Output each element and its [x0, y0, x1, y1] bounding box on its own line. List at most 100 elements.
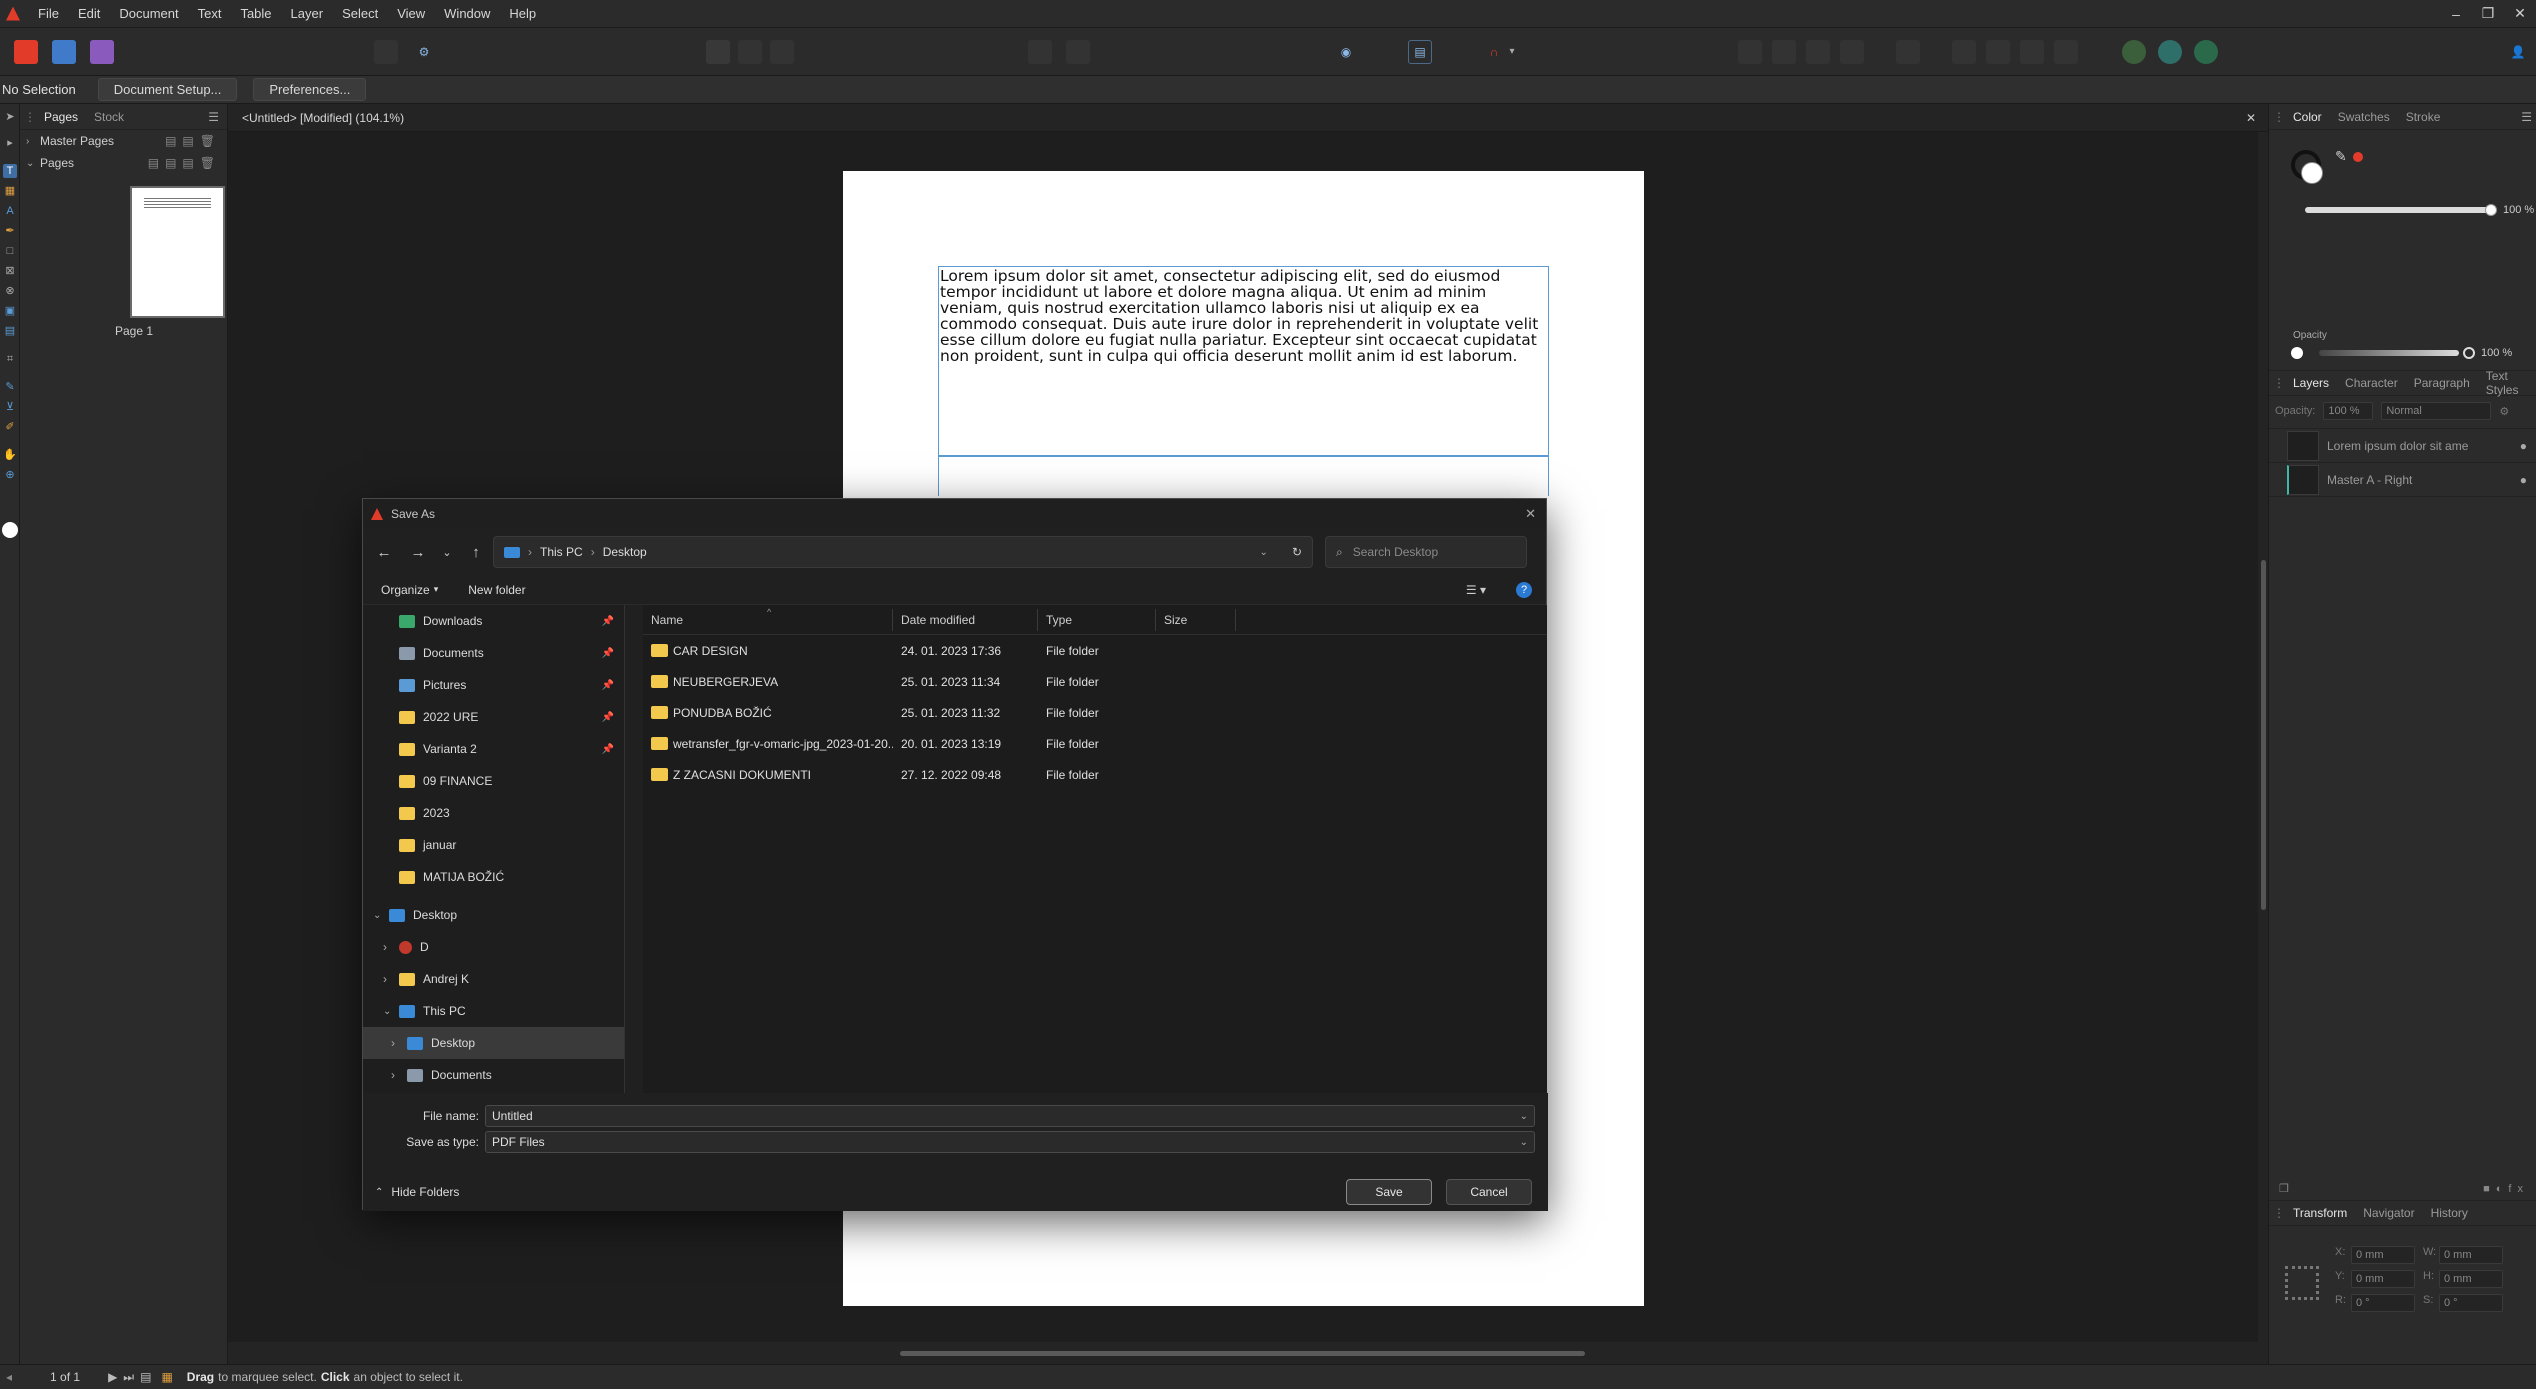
- persona-link-icon[interactable]: [2194, 39, 2218, 64]
- menu-file[interactable]: File: [38, 6, 76, 21]
- align-icon[interactable]: [1738, 39, 1762, 64]
- w-field[interactable]: 0 mm: [2439, 1246, 2503, 1264]
- address-dropdown-icon[interactable]: ⌄: [1260, 547, 1268, 558]
- tint-slider-thumb[interactable]: [2485, 204, 2497, 216]
- file-row[interactable]: PONUDBA BOŽIĆ 25. 01. 2023 11:32 File fold…: [643, 697, 1547, 728]
- spread-icon[interactable]: ▦: [161, 1370, 172, 1384]
- flip-icon[interactable]: [1772, 39, 1796, 64]
- tab-transform[interactable]: Transform: [2285, 1206, 2355, 1220]
- close-window-icon[interactable]: ✕: [2504, 5, 2536, 22]
- snapping-magnet-icon[interactable]: ∩: [1482, 40, 1506, 64]
- pen-tool-icon[interactable]: ✒: [3, 224, 17, 238]
- rectangle-tool-icon[interactable]: □: [3, 244, 17, 258]
- frame-text-tool-icon[interactable]: T: [3, 164, 17, 178]
- cancel-button[interactable]: Cancel: [1446, 1179, 1532, 1205]
- document-setup-button[interactable]: Document Setup...: [97, 78, 238, 101]
- menu-table[interactable]: Table: [240, 6, 288, 21]
- chevron-down-icon[interactable]: ⌄: [373, 910, 389, 921]
- document-tab-title[interactable]: <Untitled> [Modified] (104.1%): [242, 111, 404, 125]
- new-folder-button[interactable]: New folder: [468, 583, 525, 597]
- quick-access-item[interactable]: Downloads 📌: [363, 605, 624, 637]
- restore-icon[interactable]: ❐: [2472, 5, 2504, 22]
- pin-icon[interactable]: 📌: [602, 616, 614, 627]
- crop-tool-icon[interactable]: ⌗: [3, 352, 17, 366]
- quick-access-item[interactable]: Pictures 📌: [363, 669, 624, 701]
- publisher-persona-icon[interactable]: [14, 39, 38, 64]
- designer-persona-icon[interactable]: [52, 39, 76, 64]
- quick-access-item[interactable]: MATIJA BOŽIĆ: [363, 861, 624, 893]
- tab-text-styles[interactable]: Text Styles: [2478, 369, 2536, 397]
- ellipse-frame-icon[interactable]: ⊗: [3, 284, 17, 298]
- tree-item-documents[interactable]: › Documents: [363, 1059, 624, 1091]
- layer-name[interactable]: Master A - Right: [2327, 473, 2412, 487]
- opacity-slider-thumb[interactable]: [2463, 347, 2475, 359]
- menu-edit[interactable]: Edit: [78, 6, 117, 21]
- text-frame-icon[interactable]: ▤: [1408, 39, 1432, 64]
- file-row[interactable]: CAR DESIGN 24. 01. 2023 17:36 File folder: [643, 635, 1547, 666]
- menu-window[interactable]: Window: [444, 6, 507, 21]
- menu-text[interactable]: Text: [198, 6, 239, 21]
- order-icon[interactable]: [1840, 39, 1864, 64]
- preferences-button[interactable]: Preferences...: [253, 78, 367, 101]
- tint-slider[interactable]: [2305, 207, 2491, 213]
- quick-access-item[interactable]: 09 FINANCE: [363, 765, 624, 797]
- column-date-modified[interactable]: Date modified: [893, 608, 1038, 631]
- tree-item-andrej-k[interactable]: › Andrej K: [363, 963, 624, 995]
- close-document-icon[interactable]: ✕: [2246, 111, 2256, 125]
- chevron-up-icon[interactable]: ⌃: [375, 1187, 383, 1198]
- arrange-icon[interactable]: [1066, 39, 1090, 64]
- minimize-icon[interactable]: –: [2440, 6, 2472, 22]
- tab-history[interactable]: History: [2423, 1206, 2476, 1220]
- tree-item-d[interactable]: › D: [363, 931, 624, 963]
- table-tool-icon[interactable]: ▦: [3, 184, 17, 198]
- file-row[interactable]: wetransfer_fgr-v-omaric-jpg_2023-01-20..…: [643, 728, 1547, 759]
- file-name-input[interactable]: Untitled ⌄: [485, 1105, 1535, 1127]
- layer-opacity-field[interactable]: 100 %: [2323, 402, 2374, 420]
- studio-link-icon[interactable]: [2158, 39, 2182, 64]
- tree-item-desktop[interactable]: ⌄ Desktop: [363, 899, 624, 931]
- breadcrumb-desktop[interactable]: Desktop: [603, 545, 647, 559]
- transparency-tool-icon[interactable]: ⊻: [3, 400, 17, 414]
- vertical-scroll-thumb[interactable]: [2261, 560, 2266, 910]
- pages-section[interactable]: ⌄ Pages ▤▤▤🗑: [20, 152, 227, 174]
- fill-tool-icon[interactable]: ✎: [3, 380, 17, 394]
- chevron-down-icon[interactable]: ⌄: [1520, 1111, 1528, 1122]
- insert-icon[interactable]: [1028, 39, 1052, 64]
- tab-paragraph[interactable]: Paragraph: [2406, 376, 2478, 390]
- save-button[interactable]: Save: [1346, 1179, 1432, 1205]
- layer-fx-icons[interactable]: ■◐fx: [2483, 1183, 2529, 1195]
- anchor-selector[interactable]: [2285, 1266, 2319, 1300]
- place-image-icon[interactable]: ▣: [3, 304, 17, 318]
- tab-navigator[interactable]: Navigator: [2355, 1206, 2422, 1220]
- chevron-right-icon[interactable]: ›: [391, 1068, 407, 1082]
- chevron-down-icon[interactable]: ▾: [434, 584, 439, 595]
- chevron-right-icon[interactable]: ›: [391, 1036, 407, 1050]
- address-bar[interactable]: › This PC › Desktop ⌄ ↻: [493, 536, 1313, 568]
- help-icon[interactable]: ?: [1516, 581, 1532, 598]
- bool-subtract-icon[interactable]: [1986, 39, 2010, 64]
- chevron-down-icon[interactable]: ⌄: [1520, 1137, 1528, 1148]
- quick-access-item[interactable]: Varianta 2 📌: [363, 733, 624, 765]
- organize-button[interactable]: Organize: [381, 583, 430, 597]
- page-actions-icon[interactable]: ▤▤▤🗑: [148, 156, 221, 170]
- menu-document[interactable]: Document: [119, 6, 195, 21]
- pin-icon[interactable]: 📌: [602, 744, 614, 755]
- master-pages-section[interactable]: › Master Pages ▤▤🗑: [20, 130, 227, 152]
- fill-color-swatch[interactable]: [2, 522, 18, 538]
- tab-character[interactable]: Character: [2337, 376, 2406, 390]
- tree-item-desktop-selected[interactable]: › Desktop: [363, 1027, 624, 1059]
- body-text[interactable]: Lorem ipsum dolor sit amet, consectetur …: [939, 267, 1548, 365]
- margins-icon[interactable]: [770, 39, 794, 64]
- chevron-right-icon[interactable]: ›: [383, 972, 399, 986]
- tab-layers[interactable]: Layers: [2285, 376, 2337, 390]
- layer-row[interactable]: Master A - Right ●: [2269, 463, 2536, 497]
- page-nav-icons[interactable]: ▶⏭▤: [108, 1370, 157, 1385]
- hand-tool-icon[interactable]: ✋: [3, 448, 17, 462]
- chevron-right-icon[interactable]: ›: [26, 136, 40, 147]
- assistant-icon[interactable]: [2122, 39, 2146, 64]
- rotation-field[interactable]: 0 °: [2351, 1294, 2415, 1312]
- snapping-dropdown-icon[interactable]: ▾: [1506, 40, 1518, 64]
- panel-menu-icon[interactable]: ☰: [208, 110, 219, 124]
- node-tool-icon[interactable]: ▸: [3, 136, 17, 150]
- quick-access-item[interactable]: 2022 URE 📌: [363, 701, 624, 733]
